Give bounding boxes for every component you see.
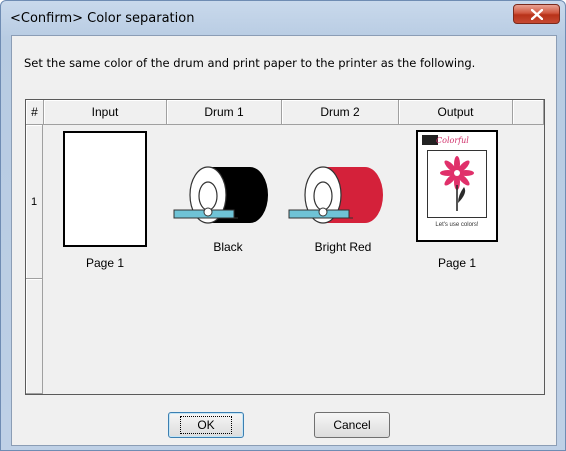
drum1-color-label: Black bbox=[213, 240, 243, 254]
input-page-thumbnail bbox=[63, 131, 147, 247]
dialog-body: Set the same color of the drum and print… bbox=[11, 35, 557, 446]
flower-icon bbox=[440, 156, 474, 211]
title-bar[interactable]: <Confirm> Color separation bbox=[1, 1, 565, 35]
window-title: <Confirm> Color separation bbox=[10, 11, 195, 26]
close-button[interactable] bbox=[513, 4, 560, 24]
dialog-window: <Confirm> Color separation Set the same … bbox=[0, 0, 566, 451]
output-picture-frame bbox=[427, 150, 487, 218]
output-page-thumbnail: Colorful Let's use colors! bbox=[416, 130, 498, 242]
row-header-empty bbox=[26, 279, 43, 394]
input-page-label: Page 1 bbox=[85, 256, 125, 270]
column-header-output: Output bbox=[399, 100, 513, 125]
cancel-button[interactable]: Cancel bbox=[314, 412, 390, 438]
drum-black-icon bbox=[173, 166, 268, 224]
column-header-input: Input bbox=[44, 100, 167, 125]
output-logo-text: Colorful bbox=[436, 136, 469, 145]
column-header-spare bbox=[513, 100, 544, 125]
column-header-index: # bbox=[26, 100, 44, 125]
column-header-drum2: Drum 2 bbox=[282, 100, 399, 125]
cancel-button-label: Cancel bbox=[333, 418, 371, 432]
ok-button-label: OK bbox=[180, 416, 232, 434]
drum2-color-label: Bright Red bbox=[314, 240, 372, 254]
ok-button[interactable]: OK bbox=[168, 412, 244, 438]
drum-red-icon bbox=[288, 166, 383, 224]
separation-table: # Input Drum 1 Drum 2 Output 1 Page 1 Bl… bbox=[25, 99, 545, 395]
instruction-text: Set the same color of the drum and print… bbox=[24, 56, 476, 70]
output-caption: Let's use colors! bbox=[435, 222, 479, 228]
output-page-label: Page 1 bbox=[437, 256, 477, 270]
close-icon bbox=[530, 8, 543, 20]
column-header-drum1: Drum 1 bbox=[167, 100, 282, 125]
row-header-1: 1 bbox=[26, 125, 43, 279]
